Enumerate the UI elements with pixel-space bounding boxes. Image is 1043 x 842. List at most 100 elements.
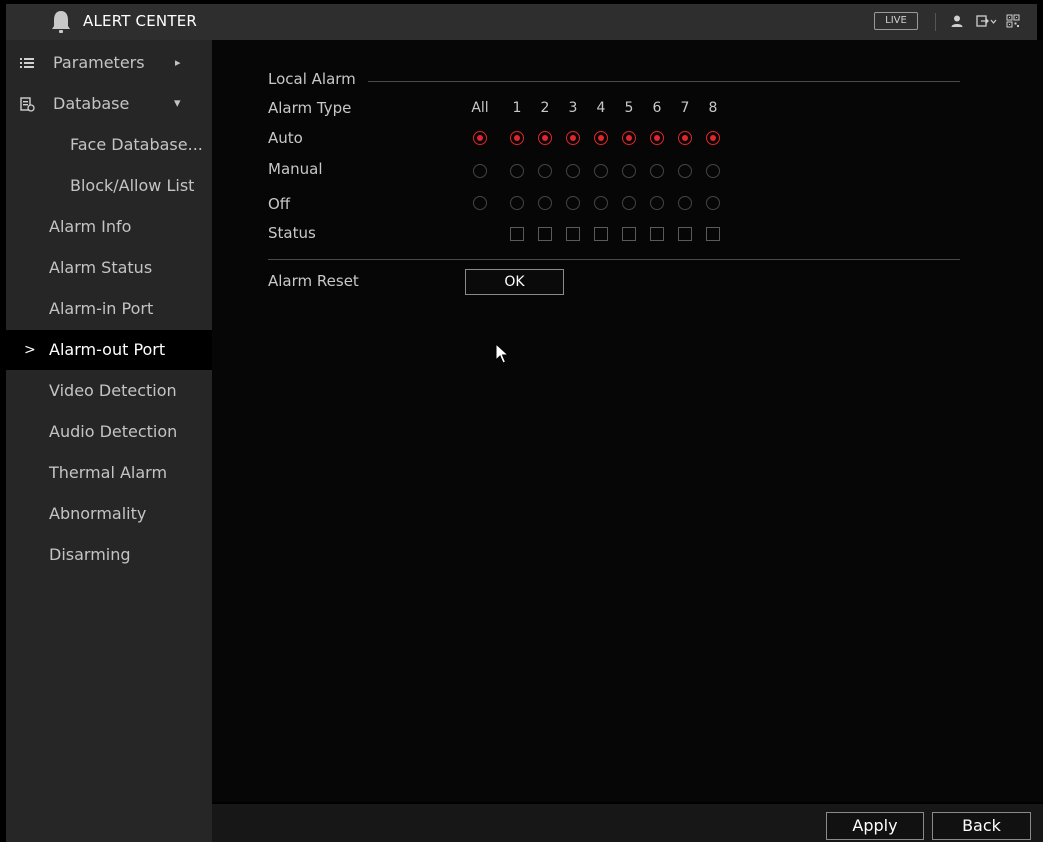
column-header-3: 3	[568, 100, 578, 116]
manual-radio-1[interactable]	[510, 164, 524, 178]
sidebar-item-label: Thermal Alarm	[49, 463, 168, 482]
auto-radio-all[interactable]	[473, 131, 487, 145]
auto-radio-1[interactable]	[510, 131, 524, 145]
off-radio-3[interactable]	[566, 196, 580, 210]
apply-button[interactable]: Apply	[826, 812, 924, 840]
auto-radio-3[interactable]	[566, 131, 580, 145]
mouse-pointer-icon	[495, 343, 509, 364]
sidebar-item-alarm-out-port[interactable]: > Alarm-out Port	[6, 330, 212, 370]
section-divider	[268, 259, 960, 260]
alarm-reset-ok-button[interactable]: OK	[465, 269, 564, 295]
sidebar-item-label: Parameters	[53, 53, 145, 72]
manual-radio-7[interactable]	[678, 164, 692, 178]
alarm-type-label: Alarm Type	[268, 99, 352, 117]
sidebar-item-alarm-info[interactable]: Alarm Info	[6, 207, 212, 247]
column-header-2: 2	[540, 100, 550, 116]
sidebar-item-label: Alarm-in Port	[49, 299, 154, 318]
manual-label: Manual	[268, 160, 323, 178]
sidebar-item-label: Abnormality	[49, 504, 147, 523]
status-indicator-8	[706, 227, 720, 241]
sidebar: Parameters ▸ Database ▾ Face Database...…	[6, 40, 212, 842]
sidebar-item-label: Database	[53, 94, 130, 113]
column-header-4: 4	[596, 100, 606, 116]
app-title: ALERT CENTER	[83, 12, 197, 30]
sidebar-item-label: Face Database...	[70, 135, 203, 154]
sidebar-item-block-allow-list[interactable]: Block/Allow List	[6, 166, 212, 206]
manual-radio-all[interactable]	[473, 164, 487, 178]
status-indicator-2	[538, 227, 552, 241]
manual-radio-8[interactable]	[706, 164, 720, 178]
status-indicator-3	[566, 227, 580, 241]
off-radio-4[interactable]	[594, 196, 608, 210]
status-indicator-5	[622, 227, 636, 241]
manual-radio-3[interactable]	[566, 164, 580, 178]
off-radio-2[interactable]	[538, 196, 552, 210]
column-header-6: 6	[652, 100, 662, 116]
chevron-down-icon: ▾	[174, 96, 181, 111]
manual-radio-2[interactable]	[538, 164, 552, 178]
manual-radio-6[interactable]	[650, 164, 664, 178]
qr-code-icon[interactable]	[1006, 14, 1020, 28]
sidebar-item-alarm-in-port[interactable]: Alarm-in Port	[6, 289, 212, 329]
sidebar-item-label: Disarming	[49, 545, 131, 564]
status-indicator-6	[650, 227, 664, 241]
sidebar-item-face-database[interactable]: Face Database...	[6, 125, 212, 165]
sidebar-item-label: Video Detection	[49, 381, 177, 400]
status-indicator-1	[510, 227, 524, 241]
section-divider	[368, 81, 960, 82]
off-radio-7[interactable]	[678, 196, 692, 210]
main-panel: Local Alarm Alarm Type Auto Manual Off S…	[212, 40, 1043, 802]
footer-bar: Apply Back	[212, 804, 1043, 842]
sidebar-item-label: Audio Detection	[49, 422, 178, 441]
off-radio-6[interactable]	[650, 196, 664, 210]
chevron-right-icon: ▸	[175, 56, 181, 69]
off-radio-5[interactable]	[622, 196, 636, 210]
alarm-reset-label: Alarm Reset	[268, 272, 359, 290]
auto-radio-5[interactable]	[622, 131, 636, 145]
sidebar-item-abnormality[interactable]: Abnormality	[6, 494, 212, 534]
live-button[interactable]: LIVE	[874, 12, 918, 30]
user-icon[interactable]	[950, 14, 964, 28]
sidebar-item-alarm-status[interactable]: Alarm Status	[6, 248, 212, 288]
auto-label: Auto	[268, 129, 303, 147]
sidebar-item-label: Block/Allow List	[70, 176, 195, 195]
logout-icon[interactable]	[976, 14, 998, 28]
list-icon	[20, 58, 34, 68]
sidebar-item-disarming[interactable]: Disarming	[6, 535, 212, 575]
column-header-7: 7	[680, 100, 690, 116]
sidebar-item-video-detection[interactable]: Video Detection	[6, 371, 212, 411]
auto-radio-8[interactable]	[706, 131, 720, 145]
title-area: ALERT CENTER	[6, 4, 212, 40]
bell-icon	[52, 11, 70, 33]
sidebar-item-label: Alarm-out Port	[49, 340, 166, 359]
top-bar: ALERT CENTER LIVE	[6, 4, 1037, 40]
sidebar-item-audio-detection[interactable]: Audio Detection	[6, 412, 212, 452]
column-header-1: 1	[512, 100, 522, 116]
off-radio-1[interactable]	[510, 196, 524, 210]
sidebar-item-parameters[interactable]: Parameters ▸	[6, 43, 212, 83]
toolbar-divider	[935, 13, 936, 31]
back-button[interactable]: Back	[932, 812, 1031, 840]
sidebar-item-database[interactable]: Database ▾	[6, 84, 212, 124]
sidebar-item-label: Alarm Info	[49, 217, 132, 236]
active-indicator-icon: >	[24, 342, 36, 358]
status-indicator-7	[678, 227, 692, 241]
auto-radio-2[interactable]	[538, 131, 552, 145]
database-icon	[20, 97, 35, 112]
section-title: Local Alarm	[268, 70, 356, 88]
status-indicator-4	[594, 227, 608, 241]
off-radio-all[interactable]	[473, 196, 487, 210]
manual-radio-4[interactable]	[594, 164, 608, 178]
manual-radio-5[interactable]	[622, 164, 636, 178]
auto-radio-6[interactable]	[650, 131, 664, 145]
sidebar-item-label: Alarm Status	[49, 258, 153, 277]
off-label: Off	[268, 195, 291, 213]
auto-radio-7[interactable]	[678, 131, 692, 145]
column-header-5: 5	[624, 100, 634, 116]
auto-radio-4[interactable]	[594, 131, 608, 145]
column-header-all: All	[471, 100, 489, 116]
sidebar-item-thermal-alarm[interactable]: Thermal Alarm	[6, 453, 212, 493]
off-radio-8[interactable]	[706, 196, 720, 210]
column-header-8: 8	[708, 100, 718, 116]
status-label: Status	[268, 224, 316, 242]
